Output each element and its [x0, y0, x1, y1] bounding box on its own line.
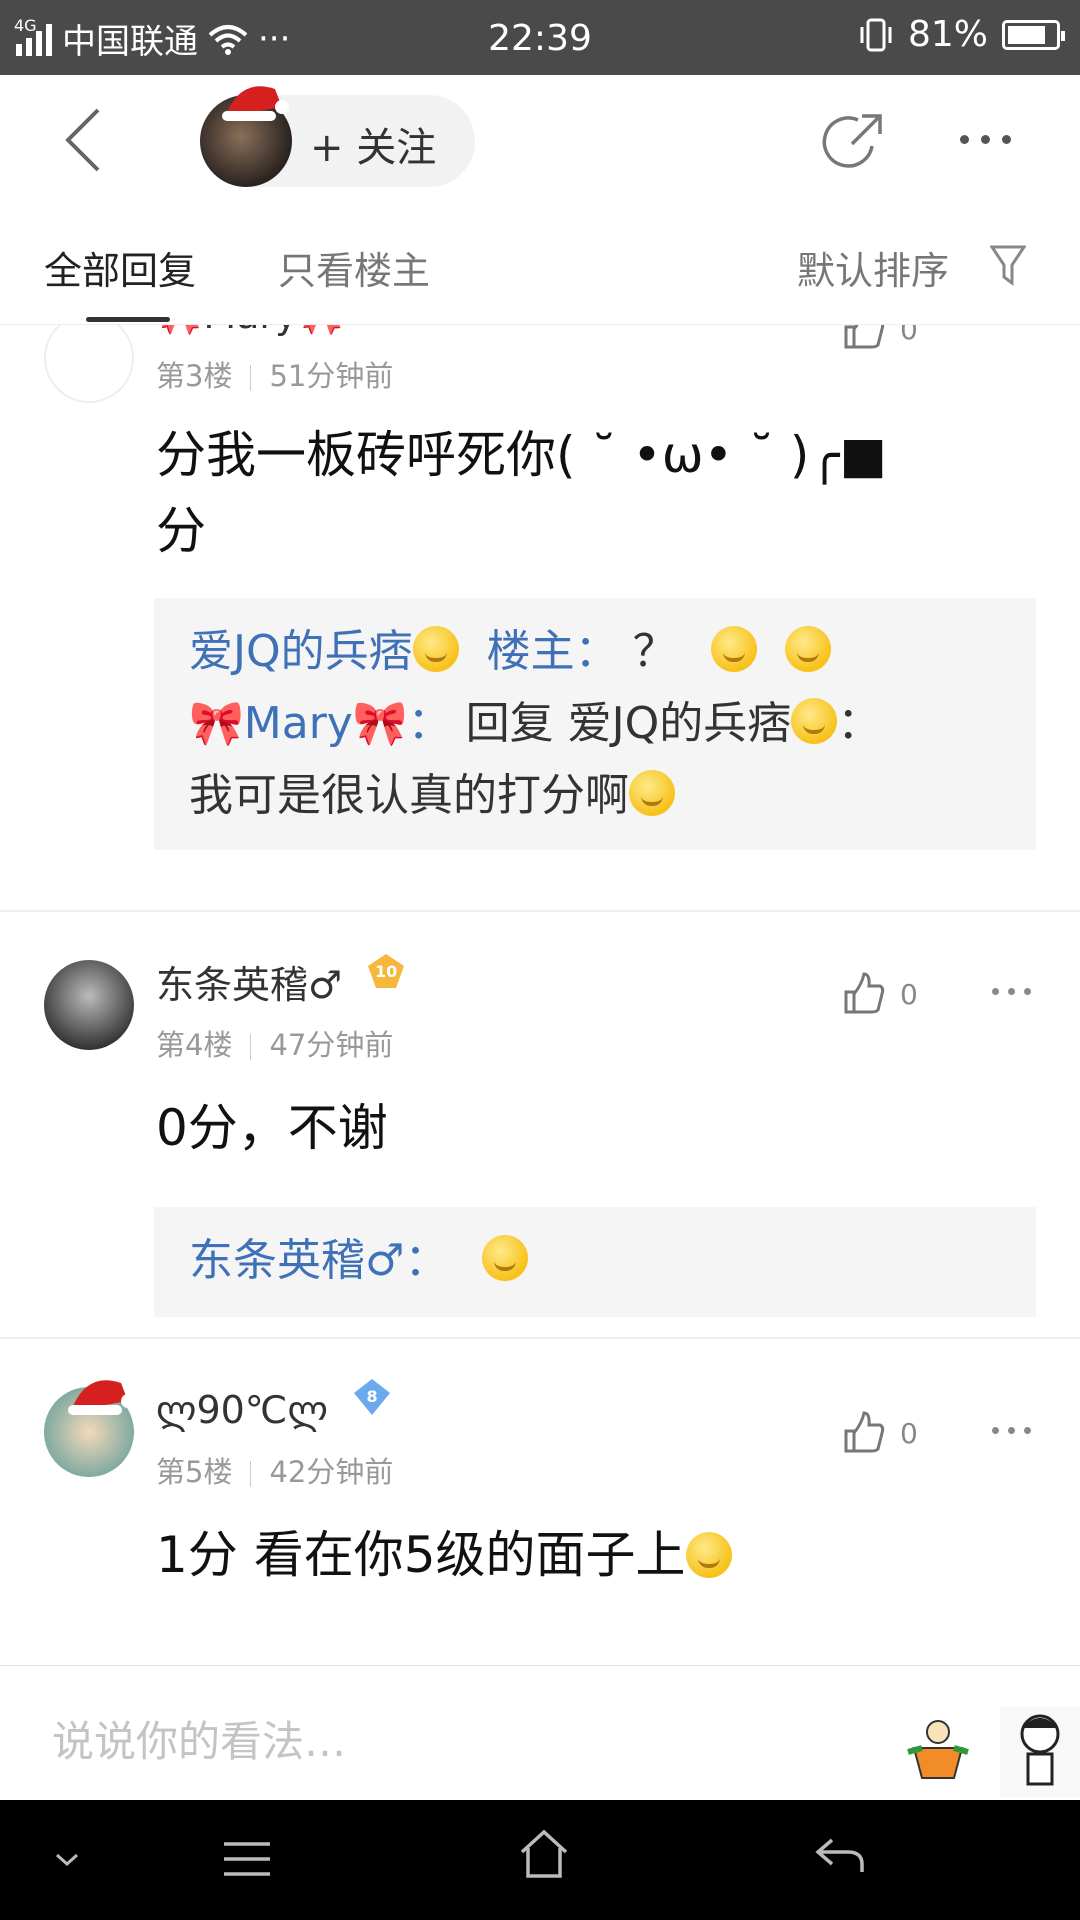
tab-owner-only[interactable]: 只看楼主: [278, 240, 430, 295]
header: + 关注: [0, 75, 1080, 205]
flushed-emoji-icon: [791, 698, 838, 744]
reply-feed[interactable]: 🎀Mary🎀 0 第3楼 51分钟前 分我一板砖呼死你( ˘ •ω• ˘ )╭■ …: [0, 325, 1080, 1665]
more-options-icon[interactable]: [960, 135, 1011, 144]
reply-username[interactable]: 东条英稽♂ 10: [156, 952, 406, 1009]
smile-emoji-icon: [629, 770, 675, 816]
sub-reply[interactable]: 爱JQ的兵痞 楼主： ？: [189, 616, 1001, 688]
level-badge: 8: [352, 1377, 392, 1417]
floor-number: 第5楼: [156, 1455, 233, 1489]
filter-icon[interactable]: [990, 243, 1026, 287]
sub-reply-user[interactable]: 🎀Mary🎀: [189, 698, 408, 749]
hide-nav-icon[interactable]: [54, 1852, 80, 1868]
post-time: 51分钟前: [269, 359, 394, 393]
like-count: 0: [900, 977, 918, 1011]
back-nav-icon[interactable]: [814, 1836, 866, 1876]
level-badge: 10: [366, 952, 406, 992]
sort-dropdown[interactable]: 默认排序: [797, 240, 949, 295]
battery-percent: 81%: [907, 14, 988, 55]
reply-content: 分我一板砖呼死你( ˘ •ω• ˘ )╭■ 分: [156, 426, 887, 560]
system-nav-bar: [0, 1800, 1080, 1920]
tab-all-replies[interactable]: 全部回复: [44, 240, 196, 295]
sub-reply-text: 回复 爱JQ的兵痞: [465, 698, 792, 749]
reply-more-icon[interactable]: [992, 988, 1031, 995]
comment-bar: 说说你的看法…: [0, 1665, 1080, 1800]
santa-hat-icon: [68, 1380, 135, 1415]
share-icon[interactable]: [822, 110, 886, 174]
post-time: 47分钟前: [269, 1028, 394, 1062]
sub-replies[interactable]: 东条英稽♂：: [154, 1207, 1036, 1317]
like-count: 0: [900, 325, 918, 346]
sub-reply[interactable]: 东条英稽♂：: [189, 1225, 1001, 1297]
owner-tag: 楼主: [486, 626, 575, 677]
divider: [0, 910, 1080, 912]
comment-input[interactable]: 说说你的看法…: [52, 1708, 346, 1769]
avatar[interactable]: [44, 960, 134, 1050]
tab-indicator: [86, 317, 170, 322]
like-button[interactable]: 0: [840, 1409, 918, 1457]
sub-reply-user[interactable]: 爱JQ的兵痞: [189, 626, 413, 677]
like-count: 0: [900, 1416, 918, 1450]
avatar[interactable]: [44, 1380, 135, 1477]
sticker-icon[interactable]: [906, 1718, 970, 1784]
author-follow-chip[interactable]: + 关注: [200, 86, 475, 187]
floor-number: 第3楼: [156, 359, 233, 393]
sneeze-emoji-icon: [685, 1532, 732, 1578]
smile-emoji-icon: [482, 1235, 529, 1281]
menu-icon[interactable]: [222, 1840, 272, 1878]
author-avatar[interactable]: [200, 86, 292, 187]
back-arrow-icon[interactable]: [60, 105, 110, 175]
divider: [0, 1337, 1080, 1339]
post-time: 42分钟前: [269, 1455, 394, 1489]
vibrate-icon: [860, 18, 892, 51]
reply-username[interactable]: 🎀Mary🎀: [156, 325, 345, 338]
sub-reply-text: ？: [632, 626, 677, 677]
floor-number: 第4楼: [156, 1028, 233, 1062]
thumbs-up-icon: [844, 1411, 885, 1453]
smile-emoji-icon: [784, 626, 831, 672]
thumbs-up-icon: [844, 972, 885, 1014]
status-bar: 4G 中国联通 ··· 22:39 81%: [0, 0, 1080, 75]
santa-hat-icon: [222, 86, 289, 121]
sub-reply[interactable]: 🎀Mary🎀： 回复 爱JQ的兵痞： 我可是很认真的打分啊: [189, 688, 1001, 832]
thumbs-up-icon: [844, 325, 885, 349]
sub-reply-user[interactable]: 东条英稽♂: [189, 1235, 404, 1286]
smile-emoji-icon: [710, 626, 757, 672]
like-button[interactable]: 0: [840, 325, 918, 353]
meme-sticker-icon[interactable]: [1000, 1706, 1080, 1798]
reply-username[interactable]: ლ90℃ლ 8: [156, 1377, 392, 1432]
reply-tabs: 全部回复 只看楼主 默认排序: [0, 205, 1080, 325]
flushed-emoji-icon: [412, 626, 459, 672]
follow-button[interactable]: + 关注: [310, 115, 436, 173]
reply-content: 0分，不谢: [156, 1099, 388, 1157]
avatar[interactable]: [44, 325, 134, 403]
battery-icon: [1002, 19, 1065, 50]
sub-replies[interactable]: 爱JQ的兵痞 楼主： ？ 🎀Mary🎀： 回复 爱JQ的兵痞： 我可是很认真的打…: [154, 598, 1036, 850]
home-icon[interactable]: [518, 1828, 570, 1880]
reply-content: 1分 看在你5级的面子上: [156, 1517, 1036, 1593]
like-button[interactable]: 0: [840, 970, 918, 1018]
reply-more-icon[interactable]: [992, 1427, 1031, 1434]
